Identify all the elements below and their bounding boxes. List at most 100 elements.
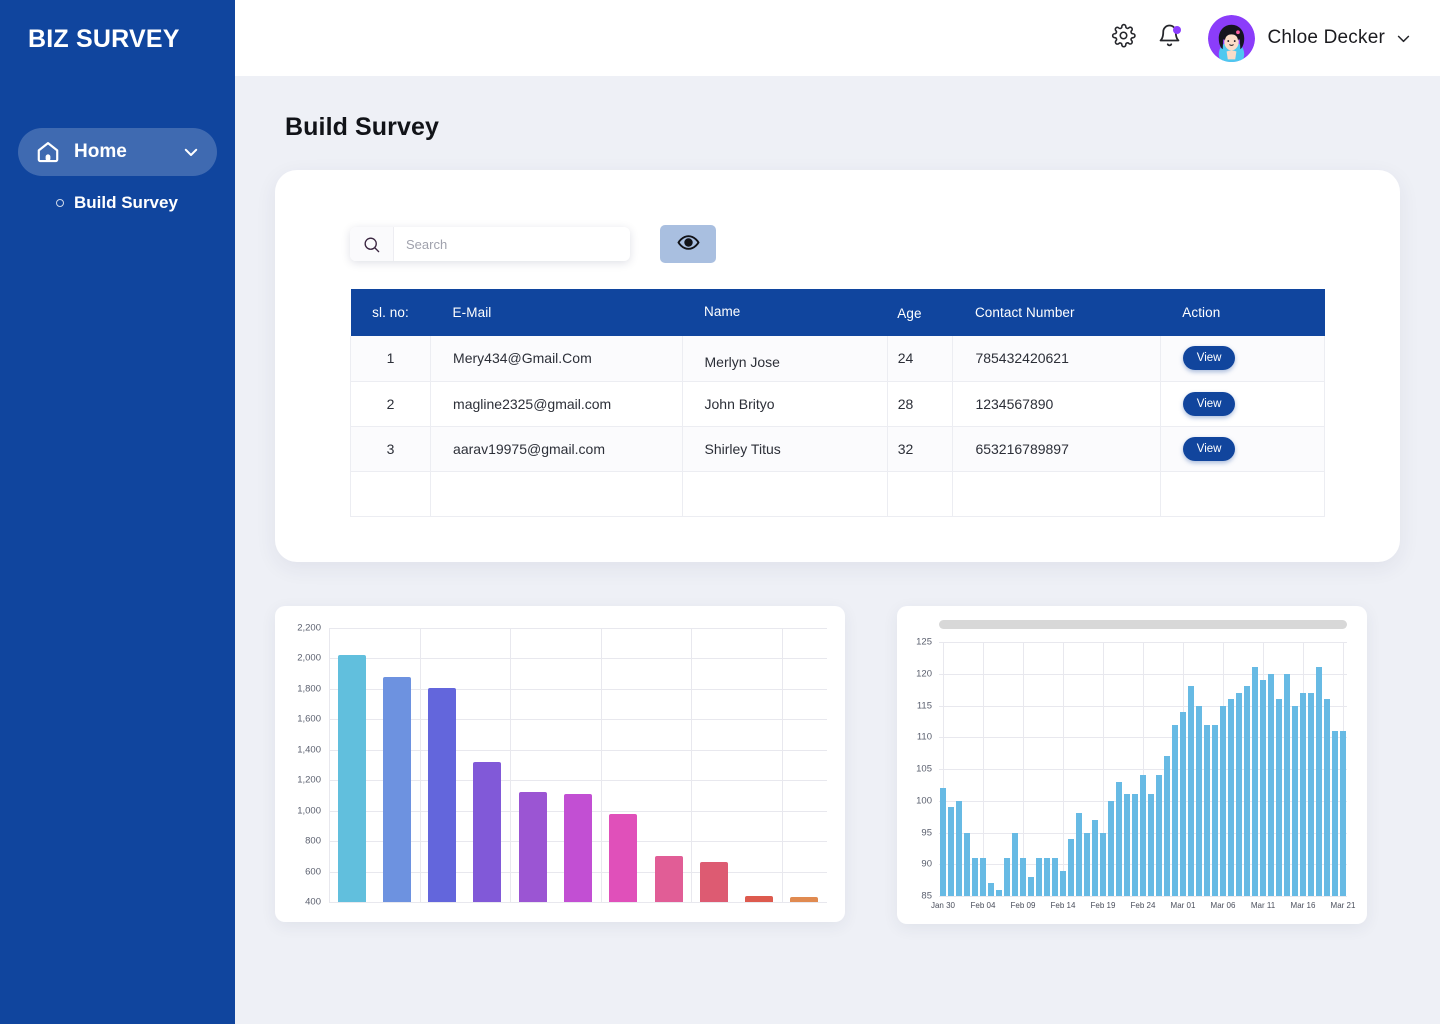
cell-name: Shirley Titus <box>682 426 888 472</box>
sidebar-item-home[interactable]: Home <box>18 128 217 176</box>
chart-bar <box>1268 673 1274 896</box>
search-bar[interactable] <box>350 227 630 261</box>
chart-bar <box>996 889 1002 896</box>
chart-bar <box>337 655 366 902</box>
sidebar-item-build-survey[interactable]: Build Survey <box>0 193 235 213</box>
x-axis-tick-label: Mar 21 <box>1330 901 1356 910</box>
page-content: Build Survey Search sl. no: E-Mail Name … <box>235 76 1440 1024</box>
column-header-sl-no[interactable]: sl. no: <box>350 289 431 336</box>
chart-bar <box>1044 857 1050 896</box>
y-axis-tick-label: 115 <box>916 700 932 711</box>
view-button[interactable]: View <box>1182 391 1236 416</box>
chevron-down-icon[interactable] <box>182 143 200 161</box>
chart-bar <box>654 855 683 902</box>
gridline-vertical <box>419 628 421 902</box>
chart-bar <box>948 807 954 896</box>
bullet-icon <box>56 199 64 207</box>
sidebar-item-home-label: Home <box>74 141 127 162</box>
cell-contact: 1234567890 <box>952 381 1161 427</box>
table-row[interactable]: 1 Mery434@Gmail.Com Merlyn Jose 24 78543… <box>349 336 1326 382</box>
chart-bar <box>1028 876 1034 896</box>
gridline-vertical <box>329 628 330 902</box>
survey-table: sl. no: E-Mail Name Age Contact Number A… <box>349 289 1326 517</box>
column-header-action[interactable]: Action <box>1160 289 1325 336</box>
x-axis-tick-label: Mar 01 <box>1170 901 1196 910</box>
x-axis-tick-label: Mar 11 <box>1250 901 1276 910</box>
preview-button[interactable] <box>660 225 716 263</box>
settings-button[interactable] <box>1100 15 1146 61</box>
x-axis-tick-label: Feb 19 <box>1090 901 1116 910</box>
y-axis-tick-label: 1,800 <box>297 683 321 695</box>
chart-bar <box>1236 692 1242 896</box>
column-header-age[interactable]: Age <box>887 289 953 336</box>
chart-bar <box>1188 686 1194 896</box>
chart-bar <box>473 761 502 902</box>
left-bar-chart: 400 600 800 1,000 1,200 1,400 1,600 1,800 2,000 2… <box>275 606 845 922</box>
chart-bar <box>1292 705 1298 896</box>
y-axis-tick-label: 1,000 <box>297 805 321 817</box>
table-row[interactable]: 3 aarav19975@gmail.com Shirley Titus 32 … <box>349 426 1326 472</box>
chart-bar <box>518 792 547 902</box>
y-axis-tick-label: 400 <box>305 896 321 908</box>
column-header-contact[interactable]: Contact Number <box>952 289 1161 336</box>
table-head: sl. no: E-Mail Name Age Contact Number A… <box>350 289 1325 336</box>
page-title: Build Survey <box>285 113 440 141</box>
y-axis-tick-label: 2,200 <box>297 622 321 634</box>
y-axis-tick-label: 1,600 <box>297 713 321 725</box>
search-input[interactable] <box>394 228 630 260</box>
cell-email: magline2325@gmail.com <box>430 381 683 427</box>
y-axis-tick-label: 1,200 <box>297 774 321 786</box>
y-axis-tick-label: 600 <box>305 866 321 878</box>
cell-name: Merlyn Jose <box>682 336 888 382</box>
chart-bar <box>1084 832 1090 896</box>
chart-bar <box>699 862 728 902</box>
cell-contact: 785432420621 <box>952 336 1161 382</box>
y-axis-tick-label: 100 <box>916 795 932 807</box>
table-row-partial[interactable] <box>349 471 1326 517</box>
y-axis-tick-label: 1,400 <box>297 744 321 756</box>
chart-bar <box>1124 794 1130 896</box>
cell-name <box>682 471 888 517</box>
sidebar: BIZ SURVEY Home Build Survey <box>0 0 235 1024</box>
chart-bar <box>1324 699 1330 896</box>
chart-bar <box>1156 775 1162 896</box>
chart-bar <box>1308 692 1314 896</box>
chart-bar <box>972 857 978 896</box>
chevron-down-icon[interactable] <box>1395 30 1412 47</box>
main-area: Chloe Decker Build Survey Search sl. no:… <box>235 0 1440 1024</box>
chart-bar <box>1316 667 1322 896</box>
chart-bar <box>940 788 946 896</box>
gear-icon <box>1111 23 1136 53</box>
gridline-vertical <box>1063 642 1064 896</box>
table-header-row: sl. no: E-Mail Name Age Contact Number A… <box>350 289 1325 336</box>
chart-bar <box>1284 673 1290 896</box>
x-axis-tick-label: Feb 24 <box>1130 901 1156 910</box>
x-axis-tick-label: Feb 14 <box>1050 901 1076 910</box>
y-axis-tick-label: 95 <box>921 827 932 838</box>
cell-name-text: Shirley Titus <box>704 440 781 457</box>
view-button[interactable]: View <box>1182 346 1236 371</box>
gridline-vertical <box>510 628 512 902</box>
chart-bar <box>988 883 994 896</box>
view-button[interactable]: View <box>1182 436 1236 461</box>
topbar: Chloe Decker <box>235 0 1440 76</box>
chart-bar <box>1252 667 1258 896</box>
column-header-name[interactable]: Name <box>682 289 888 336</box>
x-axis-tick-label: Jan 30 <box>930 901 956 910</box>
chart-scrollbar[interactable] <box>939 620 1347 629</box>
chart-bar <box>745 895 774 902</box>
x-axis-tick-label: Mar 16 <box>1290 901 1316 910</box>
notifications-button[interactable] <box>1146 15 1192 61</box>
chart-bar <box>1148 794 1154 896</box>
table-row[interactable]: 2 magline2325@gmail.com John Brityo 28 1… <box>349 381 1326 427</box>
cell-sl-no <box>349 471 432 517</box>
cell-contact: 653216789897 <box>952 426 1161 472</box>
table-toolbar <box>275 170 1400 263</box>
chart-bar <box>1260 680 1266 896</box>
cell-sl-no: 2 <box>349 381 432 427</box>
column-header-email[interactable]: E-Mail <box>430 289 682 336</box>
eye-icon <box>676 231 700 257</box>
cell-email: Mery434@Gmail.Com <box>430 336 683 382</box>
user-menu[interactable]: Chloe Decker <box>1208 14 1412 62</box>
chart-bar <box>1172 724 1178 896</box>
